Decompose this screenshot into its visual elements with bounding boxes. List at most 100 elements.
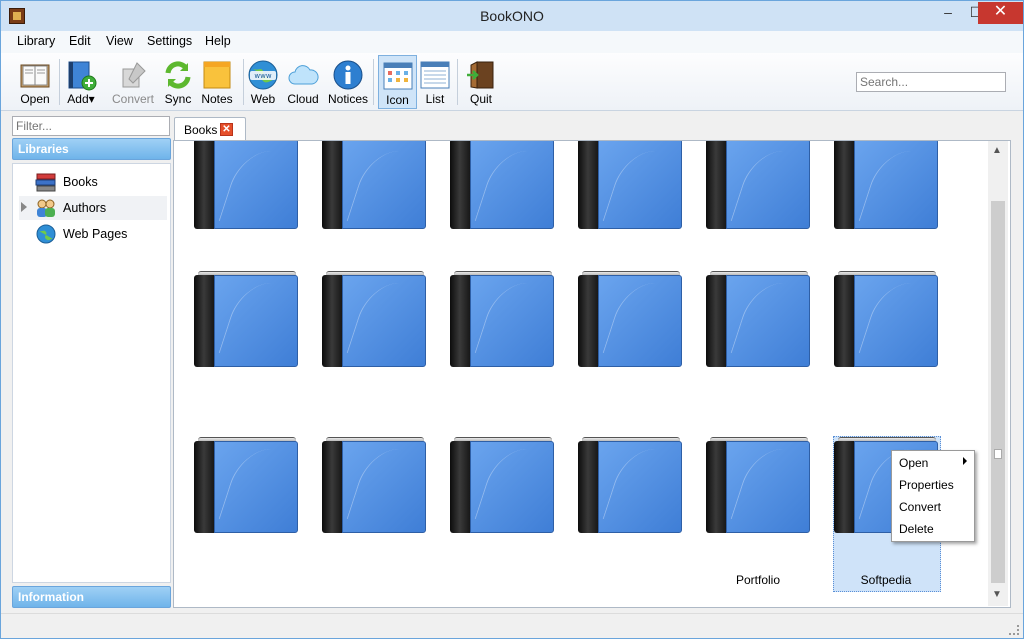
list-icon bbox=[420, 61, 450, 89]
scroll-down-arrow-icon[interactable]: ▼ bbox=[992, 589, 1002, 600]
context-menu-open[interactable]: Open bbox=[893, 452, 973, 474]
book-cover[interactable] bbox=[578, 271, 686, 371]
book-cover[interactable] bbox=[322, 437, 430, 537]
notes-button[interactable]: Notes bbox=[195, 55, 239, 109]
exit-door-icon bbox=[467, 61, 494, 89]
context-menu: Open Properties Convert Delete bbox=[891, 450, 975, 542]
book-spine bbox=[322, 441, 344, 533]
tab-strip: Books ✕ bbox=[173, 115, 1013, 141]
globe-icon bbox=[36, 224, 56, 244]
book-spine bbox=[194, 441, 216, 533]
book-spine bbox=[706, 141, 728, 229]
info-icon bbox=[333, 60, 363, 90]
window-title: BookONO bbox=[480, 8, 544, 24]
context-menu-delete[interactable]: Delete bbox=[893, 518, 973, 540]
close-button[interactable]: ✕ bbox=[978, 2, 1023, 24]
context-menu-properties[interactable]: Properties bbox=[893, 474, 973, 496]
book-cover[interactable] bbox=[834, 271, 942, 371]
book-spine bbox=[834, 441, 856, 533]
book-spine bbox=[450, 275, 472, 367]
add-button[interactable]: Add▾ bbox=[59, 55, 103, 109]
search-input[interactable] bbox=[856, 72, 1006, 92]
scroll-thumb[interactable] bbox=[991, 201, 1005, 583]
filter-input[interactable] bbox=[12, 116, 170, 136]
book-cover[interactable] bbox=[194, 141, 302, 231]
menu-help[interactable]: Help bbox=[205, 34, 231, 48]
left-pane: Libraries Books Authors Web Pages Inform… bbox=[11, 115, 171, 609]
book-spine bbox=[706, 275, 728, 367]
sync-icon bbox=[165, 61, 191, 89]
book-cover[interactable] bbox=[450, 271, 558, 371]
book-cover[interactable] bbox=[706, 141, 814, 231]
menu-settings[interactable]: Settings bbox=[147, 34, 192, 48]
book-cover[interactable] bbox=[322, 271, 430, 371]
scroll-up-arrow-icon[interactable]: ▲ bbox=[992, 145, 1002, 156]
book-cover[interactable] bbox=[578, 437, 686, 537]
book-cover[interactable] bbox=[450, 141, 558, 231]
book-cover[interactable] bbox=[834, 141, 942, 231]
vertical-scrollbar[interactable]: ▲ ▼ bbox=[988, 141, 1008, 606]
books-icon bbox=[35, 173, 56, 192]
add-label: Add▾ bbox=[67, 92, 95, 106]
libraries-header[interactable]: Libraries bbox=[12, 138, 171, 160]
list-view-button[interactable]: List bbox=[417, 55, 453, 109]
title-bar: BookONO – ☐ ✕ bbox=[1, 1, 1023, 31]
book-spine bbox=[322, 141, 344, 229]
add-book-icon bbox=[68, 61, 97, 91]
book-cover[interactable] bbox=[706, 271, 814, 371]
library-item-label: Authors bbox=[63, 201, 107, 215]
book-spine bbox=[322, 275, 344, 367]
library-item-books[interactable]: Books bbox=[19, 170, 167, 194]
tab-books[interactable]: Books ✕ bbox=[174, 117, 246, 141]
book-cover[interactable] bbox=[706, 437, 814, 537]
book-spine bbox=[578, 141, 600, 229]
tab-label: Books bbox=[184, 123, 218, 137]
library-item-label: Books bbox=[63, 175, 98, 189]
cloud-button[interactable]: Cloud bbox=[281, 55, 325, 109]
submenu-arrow-icon bbox=[963, 457, 967, 465]
close-tab-icon[interactable]: ✕ bbox=[220, 123, 233, 136]
menu-view[interactable]: View bbox=[106, 34, 133, 48]
book-title: Softpedia bbox=[860, 573, 912, 587]
authors-icon bbox=[37, 199, 55, 217]
quit-label: Quit bbox=[469, 92, 492, 106]
book-spine bbox=[706, 441, 728, 533]
book-cover[interactable] bbox=[322, 141, 430, 231]
book-spine bbox=[834, 141, 856, 229]
notices-label: Notices bbox=[327, 92, 368, 106]
book-cover[interactable] bbox=[194, 271, 302, 371]
book-spine bbox=[450, 141, 472, 229]
book-spine bbox=[194, 275, 216, 367]
icon-grid-icon bbox=[383, 62, 413, 90]
book-spine bbox=[194, 141, 216, 229]
notices-button[interactable]: Notices bbox=[326, 55, 370, 109]
www-globe-icon: www bbox=[248, 60, 278, 90]
library-item-label: Web Pages bbox=[63, 227, 128, 241]
book-cover[interactable] bbox=[450, 437, 558, 537]
resize-grip[interactable] bbox=[1009, 625, 1019, 635]
convert-button[interactable]: Convert bbox=[111, 55, 155, 109]
book-cover[interactable] bbox=[194, 437, 302, 537]
menu-library[interactable]: Library bbox=[17, 34, 55, 48]
app-window: BookONO – ☐ ✕ Library Edit View Settings… bbox=[0, 0, 1024, 639]
book-spine bbox=[834, 275, 856, 367]
menu-edit[interactable]: Edit bbox=[69, 34, 91, 48]
expand-arrow-icon[interactable] bbox=[21, 202, 27, 212]
book-spine bbox=[578, 275, 600, 367]
context-menu-convert[interactable]: Convert bbox=[893, 496, 973, 518]
open-button[interactable]: Open bbox=[13, 55, 57, 109]
library-item-web-pages[interactable]: Web Pages bbox=[19, 222, 167, 246]
library-item-authors[interactable]: Authors bbox=[19, 196, 167, 220]
information-header[interactable]: Information bbox=[12, 586, 171, 608]
quit-button[interactable]: Quit bbox=[459, 55, 503, 109]
open-book-icon bbox=[20, 64, 50, 88]
convert-icon bbox=[122, 62, 146, 88]
book-cover[interactable] bbox=[578, 141, 686, 231]
book-title: Portfolio bbox=[735, 573, 781, 587]
cloud-icon bbox=[288, 65, 319, 85]
menu-bar: Library Edit View Settings Help bbox=[1, 31, 1023, 53]
svg-text:www: www bbox=[254, 72, 271, 80]
minimize-button[interactable]: – bbox=[934, 2, 962, 24]
books-grid: Portfolio Softpedia bbox=[173, 140, 1011, 608]
notes-icon bbox=[203, 61, 231, 89]
